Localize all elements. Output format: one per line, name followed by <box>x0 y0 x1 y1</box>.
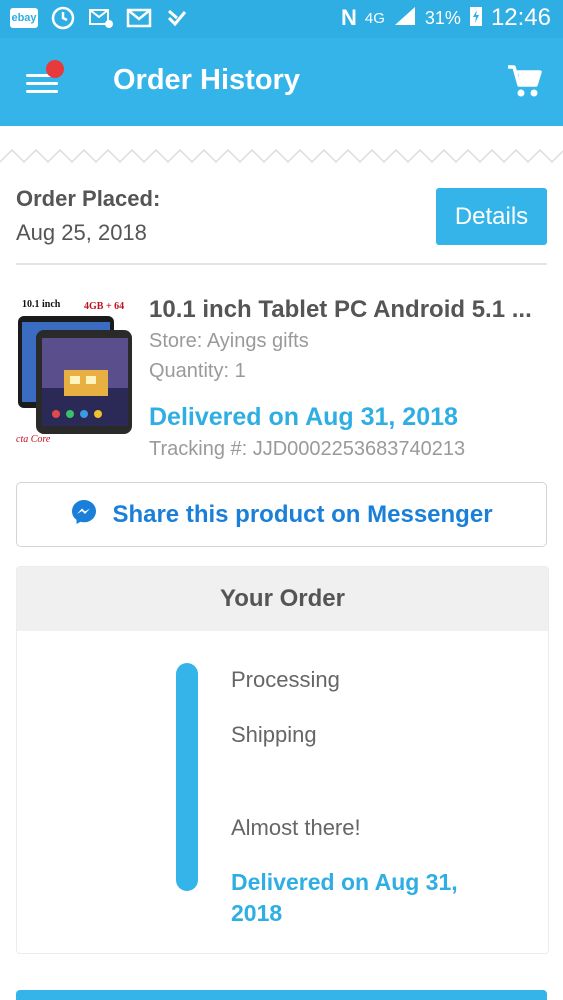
step-processing: Processing <box>231 667 340 692</box>
ebay-icon: ebay <box>10 8 38 28</box>
order-placed-date: Aug 25, 2018 <box>16 220 147 245</box>
step-shipping: Shipping <box>231 722 317 747</box>
email-settings-icon <box>88 6 114 30</box>
battery-percent: 31% <box>424 7 461 28</box>
page-title: Order History <box>113 64 300 96</box>
feedly-icon <box>164 6 190 30</box>
battery-charging-icon <box>469 5 483 32</box>
cart-icon[interactable] <box>505 62 543 100</box>
order-status-card: Your Order Processing Shipping Almost th… <box>16 566 549 954</box>
product-title[interactable]: 10.1 inch Tablet PC Android 5.1 ... <box>149 296 549 324</box>
progress-timeline <box>176 663 198 891</box>
delivery-status: Delivered on Aug 31, 2018 <box>149 403 458 431</box>
your-order-heading: Your Order <box>17 567 548 631</box>
zigzag-divider <box>0 148 563 164</box>
nfc-icon: N <box>341 5 357 30</box>
product-image-size-label: 10.1 inch <box>22 299 61 310</box>
order-placed-label: Order Placed: <box>16 186 161 211</box>
status-bar: ebay N 4G 31% 12:46 <box>0 0 563 38</box>
notification-dot <box>46 60 64 78</box>
clock: 12:46 <box>490 4 551 31</box>
network-type: 4G <box>364 9 385 27</box>
store-name: Store: Ayings gifts <box>149 330 309 352</box>
bottom-action-bar[interactable] <box>16 990 547 1000</box>
clock-icon <box>50 6 76 30</box>
product-image-spec-label: 4GB + 64 <box>84 301 124 312</box>
step-delivered: Delivered on Aug 31, 2018 <box>231 869 458 926</box>
app-bar: Order History <box>0 38 563 126</box>
system-indicators: N 4G 31% 12:46 <box>341 4 551 32</box>
gmail-icon <box>126 6 152 30</box>
notification-icons: ebay <box>10 6 190 30</box>
product-image-core-label: cta Core <box>16 434 51 445</box>
quantity: Quantity: 1 <box>149 360 246 382</box>
share-messenger-label: Share this product on Messenger <box>112 500 493 528</box>
step-almost-there: Almost there! <box>231 815 361 840</box>
details-button[interactable]: Details <box>436 188 547 245</box>
messenger-icon <box>70 498 98 531</box>
signal-icon <box>393 5 417 32</box>
divider <box>16 263 547 265</box>
product-image[interactable]: 10.1 inch 4GB + 64 cta Core <box>16 296 134 446</box>
share-messenger-button[interactable]: Share this product on Messenger <box>16 482 547 547</box>
menu-button[interactable] <box>26 60 64 96</box>
tracking-number: Tracking #: JJD0002253683740213 <box>149 438 466 460</box>
